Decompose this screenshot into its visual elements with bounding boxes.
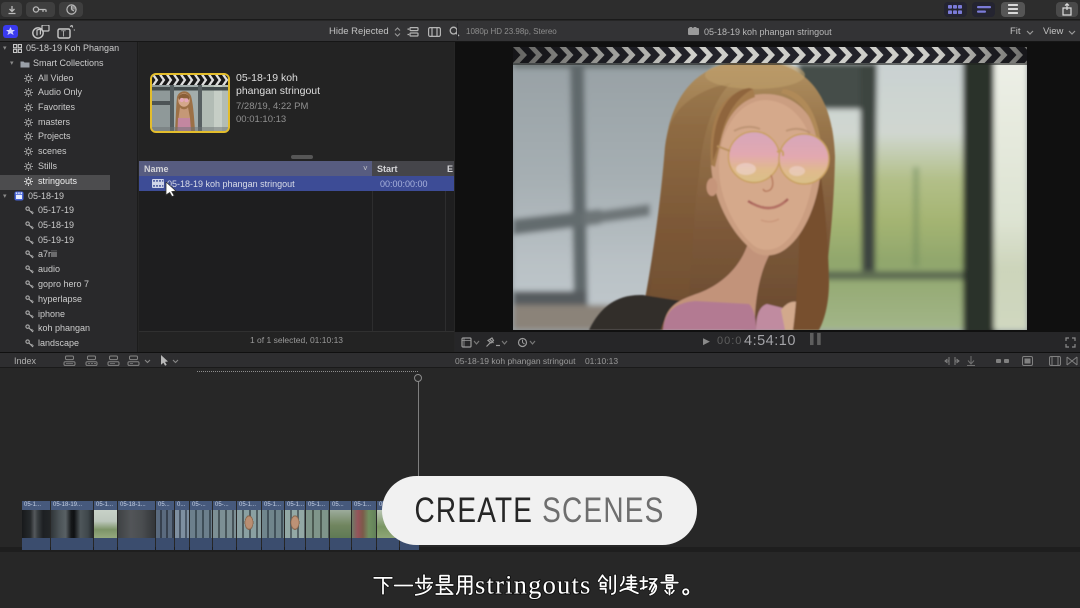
svg-text:stringouts: stringouts [475, 570, 592, 600]
svg-text:T: T [61, 30, 66, 39]
